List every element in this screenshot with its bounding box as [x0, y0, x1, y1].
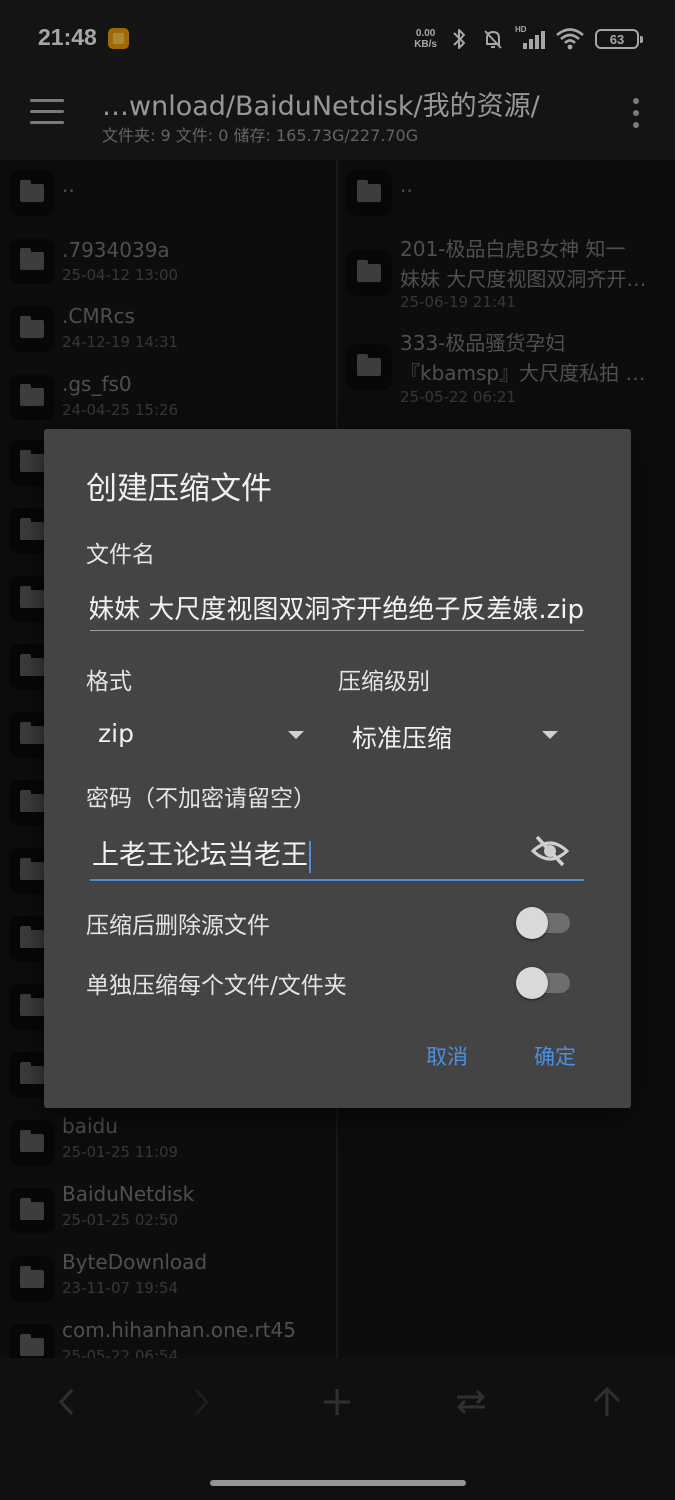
- compression-level-select[interactable]: 标准压缩: [352, 715, 562, 759]
- format-select[interactable]: zip: [98, 715, 308, 759]
- separate-archive-toggle[interactable]: [516, 965, 570, 1001]
- dialog-title: 创建压缩文件: [86, 471, 272, 507]
- password-value: 上老王论坛当老王: [92, 840, 308, 871]
- format-label: 格式: [86, 669, 132, 695]
- compression-level-label: 压缩级别: [338, 669, 430, 695]
- cancel-button[interactable]: 取消: [426, 1041, 468, 1071]
- separate-archive-label: 单独压缩每个文件/文件夹: [86, 973, 347, 999]
- create-archive-dialog: 创建压缩文件 文件名 知一妹妹 大尺度视图双洞齐开绝绝子反差婊.zip 格式 压…: [44, 429, 631, 1108]
- delete-source-toggle[interactable]: [516, 905, 570, 941]
- filename-input[interactable]: 知一妹妹 大尺度视图双洞齐开绝绝子反差婊.zip: [90, 587, 584, 631]
- level-dropdown-icon: [542, 731, 558, 739]
- confirm-button[interactable]: 确定: [534, 1041, 576, 1071]
- format-dropdown-icon: [288, 731, 304, 739]
- filename-value: 知一妹妹 大尺度视图双洞齐开绝绝子反差婊.zip: [90, 595, 584, 625]
- text-cursor: [309, 840, 311, 873]
- visibility-off-icon[interactable]: [530, 833, 570, 869]
- password-input[interactable]: 上老王论坛当老王: [90, 827, 584, 881]
- format-value: zip: [98, 719, 134, 748]
- password-label: 密码（不加密请留空）: [86, 786, 316, 812]
- delete-source-label: 压缩后删除源文件: [86, 913, 270, 939]
- filename-label: 文件名: [86, 542, 155, 568]
- compression-level-value: 标准压缩: [352, 724, 453, 753]
